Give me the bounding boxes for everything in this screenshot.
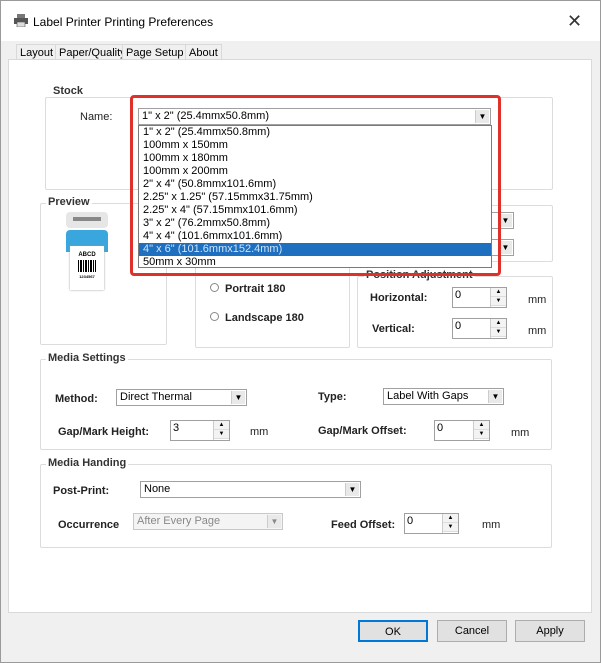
spin-up-icon[interactable]: ▲ (491, 319, 506, 328)
printer-icon (14, 14, 28, 27)
type-value: Label With Gaps (387, 390, 469, 402)
landscape-180-radio[interactable]: Landscape 180 (210, 312, 304, 324)
media-handing-label: Media Handing (46, 457, 129, 469)
horizontal-unit: mm (528, 294, 547, 306)
vertical-label: Vertical: (372, 323, 415, 335)
cancel-button[interactable]: Cancel (437, 620, 507, 642)
method-label: Method: (55, 393, 98, 405)
spin-down-icon[interactable]: ▼ (474, 430, 489, 439)
horizontal-value: 0 (455, 289, 462, 301)
gap-offset-label: Gap/Mark Offset: (318, 425, 407, 437)
horizontal-label: Horizontal: (370, 292, 428, 304)
post-print-value: None (144, 483, 171, 495)
spin-down-icon[interactable]: ▼ (491, 328, 506, 337)
occurrence-select: After Every Page ▼ (133, 513, 283, 530)
post-print-label: Post-Print: (53, 485, 110, 497)
chevron-down-icon: ▼ (345, 483, 359, 496)
barcode-icon (78, 260, 96, 272)
label-printer-preview-image: ABCD 1234567 (62, 212, 112, 290)
apply-button[interactable]: Apply (515, 620, 585, 642)
portrait-180-radio[interactable]: Portrait 180 (210, 283, 286, 295)
tab-paper-quality[interactable]: Paper/Quality (55, 44, 130, 60)
spin-up-icon[interactable]: ▲ (443, 514, 458, 523)
media-handing-group (40, 464, 552, 548)
vertical-value: 0 (455, 320, 462, 332)
method-select[interactable]: Direct Thermal ▼ (116, 389, 247, 406)
stock-name-label: Name: (80, 111, 113, 123)
spin-down-icon[interactable]: ▼ (443, 523, 458, 532)
preview-barcode-number: 1234567 (79, 274, 95, 279)
spin-down-icon[interactable]: ▼ (491, 297, 506, 306)
gap-height-label: Gap/Mark Height: (58, 426, 150, 438)
preview-group-label: Preview (46, 196, 92, 208)
occurrence-value: After Every Page (137, 515, 221, 527)
title-bar: Label Printer Printing Preferences ✕ (1, 1, 600, 41)
vertical-unit: mm (528, 325, 547, 337)
window-title: Label Printer Printing Preferences (33, 15, 214, 29)
post-print-select[interactable]: None ▼ (140, 481, 361, 498)
gap-offset-spinner[interactable]: 0 ▲ ▼ (434, 420, 490, 441)
vertical-spinner[interactable]: 0 ▲ ▼ (452, 318, 507, 339)
chevron-down-icon: ▼ (267, 515, 281, 528)
method-value: Direct Thermal (120, 391, 192, 403)
annotation-highlight-box (130, 95, 501, 276)
feed-offset-unit: mm (482, 519, 501, 531)
feed-offset-value: 0 (407, 515, 414, 527)
gap-height-value: 3 (173, 422, 180, 434)
tab-about[interactable]: About (185, 44, 222, 60)
gap-offset-value: 0 (437, 422, 444, 434)
horizontal-spinner[interactable]: 0 ▲ ▼ (452, 287, 507, 308)
spin-down-icon[interactable]: ▼ (214, 430, 229, 439)
spin-up-icon[interactable]: ▲ (491, 288, 506, 297)
ok-button[interactable]: OK (358, 620, 428, 642)
stock-group-label: Stock (51, 85, 85, 97)
close-icon[interactable]: ✕ (567, 11, 582, 32)
landscape-180-label: Landscape 180 (225, 312, 304, 324)
gap-height-unit: mm (250, 426, 269, 438)
type-select[interactable]: Label With Gaps ▼ (383, 388, 504, 405)
type-label: Type: (318, 391, 347, 403)
spin-up-icon[interactable]: ▲ (474, 421, 489, 430)
tab-layout[interactable]: Layout (16, 44, 58, 60)
gap-offset-unit: mm (511, 427, 530, 439)
occurrence-label: Occurrence (58, 519, 120, 531)
portrait-180-label: Portrait 180 (225, 283, 286, 295)
spin-up-icon[interactable]: ▲ (214, 421, 229, 430)
preview-label-text: ABCD (78, 252, 96, 258)
feed-offset-spinner[interactable]: 0 ▲ ▼ (404, 513, 459, 534)
tab-page-setup[interactable]: Page Setup (122, 44, 188, 60)
gap-height-spinner[interactable]: 3 ▲ ▼ (170, 420, 230, 441)
media-settings-label: Media Settings (46, 352, 128, 364)
chevron-down-icon: ▼ (488, 390, 502, 403)
feed-offset-label: Feed Offset: (331, 519, 396, 531)
chevron-down-icon: ▼ (231, 391, 245, 404)
